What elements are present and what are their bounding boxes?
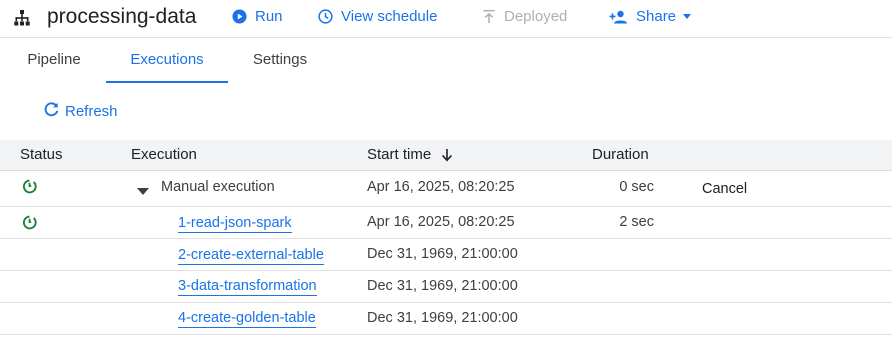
- dropdown-arrow-icon: [683, 14, 692, 19]
- execution-name: Manual execution: [161, 179, 275, 195]
- table-row: 1-read-json-spark Apr 16, 2025, 08:20:25…: [0, 207, 892, 239]
- tab-executions[interactable]: Executions: [106, 38, 228, 83]
- task-link[interactable]: 3-data-transformation: [178, 278, 317, 296]
- share-button[interactable]: Share: [609, 8, 692, 25]
- sort-descending-arrow-icon: [441, 148, 453, 163]
- refresh-button[interactable]: Refresh: [43, 101, 118, 122]
- column-header-start-time[interactable]: Start time: [367, 140, 453, 170]
- tab-bar: Pipeline Executions Settings: [0, 37, 892, 83]
- play-circle-icon: [232, 9, 247, 24]
- schedule-clock-icon: [318, 9, 333, 24]
- deployed-button[interactable]: Deployed: [482, 8, 567, 25]
- view-schedule-button[interactable]: View schedule: [318, 8, 437, 25]
- top-bar: processing-data Run View schedule Deploy…: [0, 0, 892, 37]
- pipeline-hierarchy-icon: [13, 9, 31, 32]
- start-time-value: Apr 16, 2025, 08:20:25: [367, 214, 515, 230]
- table-row: Manual execution Apr 16, 2025, 08:20:25 …: [0, 171, 892, 207]
- start-time-value: Dec 31, 1969, 21:00:00: [367, 278, 518, 294]
- run-button[interactable]: Run: [232, 8, 283, 25]
- run-label: Run: [255, 8, 283, 25]
- running-status-icon: [22, 215, 37, 235]
- table-row: 4-create-golden-table Dec 31, 1969, 21:0…: [0, 303, 892, 335]
- refresh-icon: [43, 101, 60, 122]
- column-header-duration: Duration: [592, 146, 649, 163]
- column-header-status: Status: [20, 146, 63, 163]
- refresh-label: Refresh: [65, 103, 118, 120]
- table-row: 2-create-external-table Dec 31, 1969, 21…: [0, 239, 892, 271]
- table-row: 3-data-transformation Dec 31, 1969, 21:0…: [0, 271, 892, 303]
- running-status-icon: [22, 179, 37, 199]
- person-add-icon: [609, 10, 628, 24]
- duration-value: 0 sec: [619, 179, 654, 195]
- upload-icon: [482, 9, 496, 24]
- tab-pipeline[interactable]: Pipeline: [14, 38, 94, 81]
- start-time-value: Apr 16, 2025, 08:20:25: [367, 179, 515, 195]
- tab-settings[interactable]: Settings: [240, 38, 320, 81]
- task-link[interactable]: 4-create-golden-table: [178, 310, 316, 328]
- start-time-value: Dec 31, 1969, 21:00:00: [367, 246, 518, 262]
- column-header-execution: Execution: [131, 146, 197, 163]
- task-link[interactable]: 2-create-external-table: [178, 247, 324, 265]
- start-time-value: Dec 31, 1969, 21:00:00: [367, 310, 518, 326]
- task-link[interactable]: 1-read-json-spark: [178, 215, 292, 233]
- page-title: processing-data: [47, 5, 197, 28]
- duration-value: 2 sec: [619, 214, 654, 230]
- deployed-label: Deployed: [504, 8, 568, 25]
- start-time-label: Start time: [367, 146, 432, 163]
- table-header: Status Execution Start time Duration: [0, 140, 892, 171]
- expand-collapse-triangle-icon[interactable]: [137, 183, 149, 201]
- cancel-button[interactable]: Cancel: [702, 181, 747, 197]
- share-label: Share: [636, 8, 677, 25]
- view-schedule-label: View schedule: [341, 8, 438, 25]
